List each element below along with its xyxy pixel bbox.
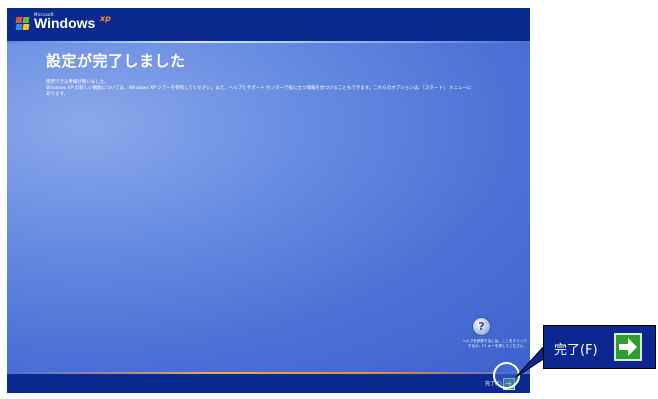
- help-area[interactable]: ? ヘルプを参照するには、ここをクリック するか、F1 キーを押してください。: [417, 317, 527, 357]
- body-line: あります。: [46, 92, 69, 97]
- windows-xp-logo: Microsoft Windows xp: [15, 12, 136, 38]
- help-text-line: するか、F1 キーを押してください。: [467, 344, 527, 348]
- main-content: 設定が完了しました 使用できる準備が整いました。 Windows XP の新しい…: [7, 43, 530, 372]
- top-bar: Microsoft Windows xp: [7, 8, 530, 41]
- click-highlight-circle: [493, 362, 520, 389]
- help-question-icon[interactable]: ?: [472, 317, 491, 336]
- right-arrow-icon: [614, 333, 642, 361]
- finish-callout: 完了(F): [543, 325, 656, 369]
- brand-xp-text: xp: [100, 14, 111, 23]
- help-text: ヘルプを参照するには、ここをクリック するか、F1 キーを押してください。: [439, 339, 527, 349]
- body-text: 使用できる準備が整いました。 Windows XP の新しい機能については、Wi…: [46, 80, 516, 98]
- body-line: Windows XP の新しい機能については、Windows XP ツアーを参照…: [46, 86, 472, 91]
- brand-windows-text: Windows: [34, 15, 96, 31]
- windows-setup-screen: Microsoft Windows xp 設定が完了しました 使用できる準備が整…: [7, 8, 530, 393]
- page-title: 設定が完了しました: [46, 52, 186, 70]
- bottom-bar: 完了(F) ➔: [7, 374, 530, 393]
- callout-finish-label: 完了(F): [554, 343, 598, 358]
- windows-flag-icon: [15, 17, 30, 30]
